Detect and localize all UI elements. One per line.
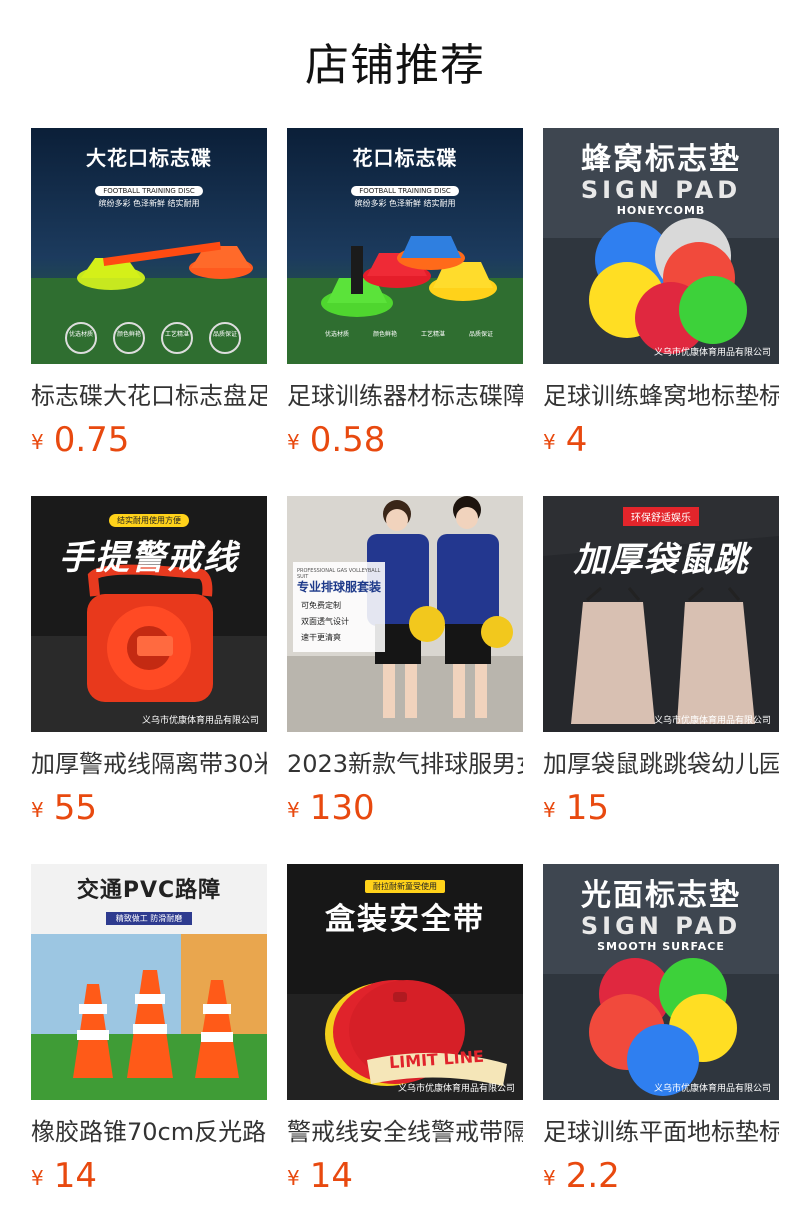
currency-symbol: ¥ <box>31 430 44 454</box>
product-image[interactable]: 结实耐用使用方便 手提警戒线 义乌市优康体育用品有限公司 <box>31 496 267 732</box>
price-value: 55 <box>53 788 97 828</box>
image-tag: SIGN PAD <box>580 912 742 940</box>
product-card[interactable]: 光面标志垫 SIGN PAD SMOOTH SURFACE 义乌市优康体育用品有… <box>543 864 779 1232</box>
product-price: ¥14 <box>31 1156 267 1196</box>
product-price: ¥55 <box>31 788 267 828</box>
image-caption: 缤纷多彩 色泽新鲜 结实耐用 <box>354 199 456 208</box>
image-bullet: 速干更清爽 <box>301 633 341 642</box>
product-price: ¥0.58 <box>287 420 523 460</box>
product-name[interactable]: 加厚袋鼠跳跳袋幼儿园 <box>543 746 779 782</box>
product-image[interactable]: 光面标志垫 SIGN PAD SMOOTH SURFACE 义乌市优康体育用品有… <box>543 864 779 1100</box>
price-value: 0.75 <box>53 420 130 460</box>
price-value: 130 <box>309 788 375 828</box>
image-tag: 精致做工 防滑耐磨 <box>105 912 193 925</box>
product-name[interactable]: 警戒线安全线警戒带隔离 <box>287 1114 523 1150</box>
product-name[interactable]: 足球训练器材标志碟障碍盘 <box>287 378 523 414</box>
image-caption: SMOOTH SURFACE <box>597 940 725 953</box>
image-headline: 手提警戒线 <box>59 538 239 578</box>
product-price: ¥0.75 <box>31 420 267 460</box>
product-price: ¥4 <box>543 420 779 460</box>
image-corp: 义乌市优康体育用品有限公司 <box>397 1084 515 1094</box>
image-headline: 花口标志碟 <box>352 146 458 170</box>
currency-symbol: ¥ <box>287 798 300 822</box>
currency-symbol: ¥ <box>543 430 556 454</box>
currency-symbol: ¥ <box>31 1166 44 1190</box>
badge: 颜色鲜艳 <box>372 331 397 338</box>
product-name[interactable]: 标志碟大花口标志盘足球训练 <box>31 378 267 414</box>
product-image-graphic <box>287 496 523 732</box>
product-price: ¥15 <box>543 788 779 828</box>
badge: 优选材质 <box>324 331 349 338</box>
image-corp: 义乌市优康体育用品有限公司 <box>653 348 771 358</box>
page-title: 店铺推荐 <box>305 40 485 91</box>
price-value: 0.58 <box>309 420 386 460</box>
product-price: ¥2.2 <box>543 1156 779 1196</box>
price-value: 4 <box>565 420 588 460</box>
product-name[interactable]: 加厚警戒线隔离带30米 <box>31 746 267 782</box>
product-image[interactable]: 交通PVC路障 精致做工 防滑耐磨 <box>31 864 267 1100</box>
currency-symbol: ¥ <box>543 1166 556 1190</box>
product-name[interactable]: 足球训练蜂窝地标垫标志 <box>543 378 779 414</box>
image-tag: FOOTBALL TRAINING DISC <box>95 186 203 196</box>
image-tag: SIGN PAD <box>580 176 742 204</box>
price-value: 2.2 <box>565 1156 620 1196</box>
image-bullet: 双面透气设计 <box>301 617 349 626</box>
image-caption: HONEYCOMB <box>616 204 706 217</box>
image-headline: 蜂窝标志垫 <box>581 142 741 177</box>
badge: 工艺精湛 <box>420 331 445 338</box>
product-card[interactable]: 花口标志碟 FOOTBALL TRAINING DISC 缤纷多彩 色泽新鲜 结… <box>287 128 523 496</box>
image-tag: FOOTBALL TRAINING DISC <box>351 186 459 196</box>
badge: 工艺精湛 <box>164 331 189 338</box>
image-bullet: 可免费定制 <box>301 601 341 610</box>
product-image[interactable]: 花口标志碟 FOOTBALL TRAINING DISC 缤纷多彩 色泽新鲜 结… <box>287 128 523 364</box>
product-card[interactable]: PROFESSIONAL GAS VOLLEYBALL SUIT 专业排球服套装… <box>287 496 523 864</box>
product-image[interactable]: 耐拉耐新童受使用 盒装安全带 LIMIT LINE 义乌市优康体育用品有限公司 <box>287 864 523 1100</box>
image-headline: 专业排球服套装 <box>297 580 382 594</box>
product-card[interactable]: 环保舒适娱乐 加厚袋鼠跳 义乌市优康体育用品有限公司 加厚袋鼠跳跳袋幼儿园 ¥1… <box>543 496 779 864</box>
product-image[interactable]: 环保舒适娱乐 加厚袋鼠跳 义乌市优康体育用品有限公司 <box>543 496 779 732</box>
image-corp: 义乌市优康体育用品有限公司 <box>653 1084 771 1094</box>
product-card[interactable]: 大花口标志碟 FOOTBALL TRAINING DISC 缤纷多彩 色泽新鲜 … <box>31 128 267 496</box>
image-caption: 缤纷多彩 色泽新鲜 结实耐用 <box>98 199 200 208</box>
badge: 品质保证 <box>468 331 493 338</box>
image-headline: 大花口标志碟 <box>86 146 212 170</box>
currency-symbol: ¥ <box>287 1166 300 1190</box>
product-image[interactable]: 大花口标志碟 FOOTBALL TRAINING DISC 缤纷多彩 色泽新鲜 … <box>31 128 267 364</box>
product-price: ¥130 <box>287 788 523 828</box>
currency-symbol: ¥ <box>543 798 556 822</box>
price-value: 14 <box>309 1156 353 1196</box>
image-headline: 光面标志垫 <box>581 878 741 913</box>
image-headline: 加厚袋鼠跳 <box>573 540 749 580</box>
price-value: 15 <box>565 788 609 828</box>
image-tag: 结实耐用使用方便 <box>109 514 189 527</box>
currency-symbol: ¥ <box>31 798 44 822</box>
product-name[interactable]: 2023新款气排球服男女 <box>287 746 523 782</box>
product-card[interactable]: 结实耐用使用方便 手提警戒线 义乌市优康体育用品有限公司 加厚警戒线隔离带30米… <box>31 496 267 864</box>
product-price: ¥14 <box>287 1156 523 1196</box>
product-grid: 大花口标志碟 FOOTBALL TRAINING DISC 缤纷多彩 色泽新鲜 … <box>31 128 779 1232</box>
product-card[interactable]: 耐拉耐新童受使用 盒装安全带 LIMIT LINE 义乌市优康体育用品有限公司 … <box>287 864 523 1232</box>
recommend-page: 店铺推荐 大花口标志碟 FOOTBALL TRAINING DISC 缤纷多彩 … <box>0 0 790 1232</box>
image-corp: 义乌市优康体育用品有限公司 <box>653 716 771 726</box>
currency-symbol: ¥ <box>287 430 300 454</box>
badge: 颜色鲜艳 <box>116 331 141 338</box>
product-name[interactable]: 橡胶路锥70cm反光路障 <box>31 1114 267 1150</box>
image-tag: 耐拉耐新童受使用 <box>365 880 445 893</box>
price-value: 14 <box>53 1156 97 1196</box>
image-headline: 交通PVC路障 <box>76 878 222 903</box>
product-card[interactable]: 交通PVC路障 精致做工 防滑耐磨 橡胶路锥70cm反光路障 ¥14 <box>31 864 267 1232</box>
product-image[interactable]: PROFESSIONAL GAS VOLLEYBALL SUIT 专业排球服套装… <box>287 496 523 732</box>
badge: 品质保证 <box>212 331 237 338</box>
image-corp: 义乌市优康体育用品有限公司 <box>141 716 259 726</box>
image-tag: 环保舒适娱乐 <box>623 507 699 526</box>
product-name[interactable]: 足球训练平面地标垫标志 <box>543 1114 779 1150</box>
product-card[interactable]: 蜂窝标志垫 SIGN PAD HONEYCOMB 义乌市优康体育用品有限公司 足… <box>543 128 779 496</box>
product-image[interactable]: 蜂窝标志垫 SIGN PAD HONEYCOMB 义乌市优康体育用品有限公司 <box>543 128 779 364</box>
image-headline: 盒装安全带 <box>325 902 485 937</box>
badge: 优选材质 <box>68 331 93 338</box>
